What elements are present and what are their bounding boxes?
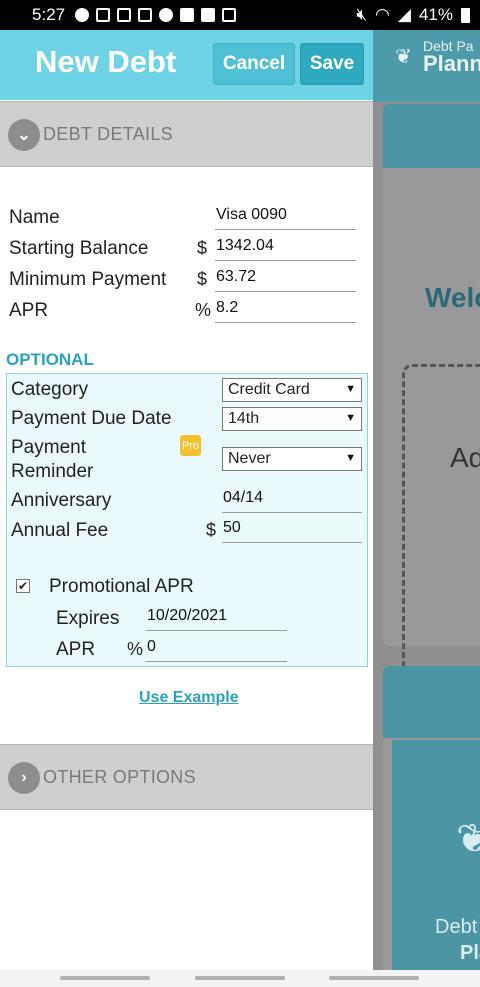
home-button[interactable]	[195, 976, 285, 980]
alarm-icon	[75, 8, 90, 22]
notification-icons	[75, 8, 237, 22]
navigation-bar	[0, 970, 480, 987]
bird-icon: ❦	[395, 46, 412, 68]
new-debt-dialog: New Debt Cancel Save ⌄ DEBT DETAILS Name…	[0, 30, 373, 970]
promo-card: ❦ Debt Pla	[383, 666, 480, 970]
add-debt-placeholder	[402, 364, 480, 704]
percent-unit: %	[195, 300, 212, 320]
cloud-icon	[159, 8, 174, 22]
battery-percent: 41%	[418, 5, 453, 24]
back-button[interactable]	[329, 976, 419, 980]
name-field[interactable]: Visa 0090	[215, 206, 356, 230]
dropdown-arrow-icon: ▼	[345, 383, 356, 395]
promo-apr-field[interactable]: 0	[146, 638, 287, 662]
background-app-header: ❦ Debt Pa Plann	[373, 30, 480, 102]
name-label: Name	[9, 207, 60, 228]
wifi-icon: ◠	[375, 5, 390, 24]
annual-fee-field[interactable]: 50	[222, 519, 362, 543]
apr-label: APR	[9, 300, 49, 321]
promotional-apr-checkbox[interactable]: ✔	[16, 579, 30, 593]
recents-button[interactable]	[60, 976, 150, 980]
welcome-card: Welc Ad	[383, 104, 480, 704]
chevron-right-icon: ›	[8, 762, 40, 794]
welcome-text: Welc	[425, 282, 480, 313]
payment-reminder-label: Reminder	[11, 461, 94, 482]
use-example-link[interactable]: Use Example	[139, 689, 239, 707]
twitch-icon	[138, 8, 153, 22]
system-icons: 🔇︎ ◠ ◢ 41%	[356, 5, 470, 25]
expires-label: Expires	[56, 608, 120, 629]
dialog-header: New Debt Cancel Save	[0, 30, 373, 100]
payment-due-date-label: Payment Due Date	[11, 408, 172, 429]
twitch-icon	[117, 8, 132, 22]
anniversary-label: Anniversary	[11, 490, 112, 511]
currency-unit: $	[197, 269, 208, 289]
mute-icon: 🔇︎	[356, 5, 368, 24]
other-options-header[interactable]: › OTHER OPTIONS	[0, 744, 373, 810]
promotional-apr-label: Promotional APR	[49, 576, 194, 597]
expires-field[interactable]: 10/20/2021	[146, 607, 287, 631]
percent-unit: %	[127, 639, 144, 659]
dropdown-arrow-icon: ▼	[345, 452, 356, 464]
chevron-down-icon: ⌄	[8, 119, 40, 151]
minimum-payment-label: Minimum Payment	[9, 269, 167, 290]
annual-fee-label: Annual Fee	[11, 520, 109, 541]
optional-title: OPTIONAL	[6, 350, 94, 369]
photos-icon	[180, 8, 195, 22]
cancel-button[interactable]: Cancel	[213, 43, 295, 85]
debt-details-header[interactable]: ⌄ DEBT DETAILS	[0, 101, 373, 167]
anniversary-field[interactable]: 04/14	[222, 489, 362, 513]
save-button[interactable]: Save	[300, 43, 364, 85]
bag-icon	[201, 8, 216, 22]
currency-unit: $	[197, 238, 208, 258]
payment-reminder-label: Payment	[11, 437, 86, 458]
pro-badge: Pro	[180, 435, 201, 456]
category-label: Category	[11, 379, 89, 400]
payment-due-date-select[interactable]: 14th ▼	[222, 407, 362, 431]
currency-unit: $	[206, 520, 217, 540]
gmail-icon	[96, 8, 111, 22]
starting-balance-field[interactable]: 1342.04	[215, 237, 356, 261]
minimum-payment-field[interactable]: 63.72	[215, 268, 356, 292]
clock: 5:27	[32, 5, 66, 24]
signal-icon: ◢	[397, 5, 411, 24]
box-icon	[222, 8, 237, 22]
battery-icon	[461, 7, 470, 23]
status-bar: 5:27 🔇︎ ◠ ◢ 41%	[0, 0, 480, 30]
dialog-title: New Debt	[35, 44, 177, 79]
background-app: ❦ Debt Pa Plann Welc Ad ❦ Debt Pla	[373, 30, 480, 970]
apr-field[interactable]: 8.2	[215, 299, 356, 323]
category-select[interactable]: Credit Card ▼	[222, 378, 362, 402]
add-text: Ad	[450, 442, 480, 473]
payment-reminder-select[interactable]: Never ▼	[222, 447, 362, 471]
promo-apr-label: APR	[56, 639, 96, 660]
dropdown-arrow-icon: ▼	[345, 412, 356, 424]
bird-icon: ❦	[456, 817, 480, 861]
starting-balance-label: Starting Balance	[9, 238, 149, 259]
